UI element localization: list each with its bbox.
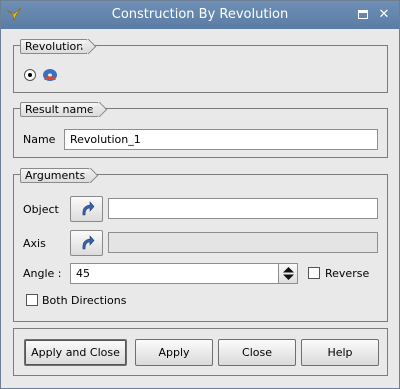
apply-and-close-button[interactable]: Apply and Close bbox=[24, 339, 127, 366]
result-name-group-label: Result name bbox=[20, 102, 99, 117]
both-directions-label: Both Directions bbox=[42, 294, 127, 307]
arguments-group-label: Arguments bbox=[20, 168, 91, 183]
axis-select-button[interactable] bbox=[70, 230, 103, 256]
object-label: Object bbox=[23, 203, 59, 216]
apply-and-close-label: Apply and Close bbox=[31, 346, 120, 359]
title-bar[interactable]: Construction By Revolution ✕ bbox=[1, 1, 399, 29]
select-arrow-icon bbox=[82, 235, 95, 250]
revolution-shape-icon bbox=[43, 69, 57, 81]
revolution-group: Revolution bbox=[13, 39, 388, 93]
angle-label: Angle : bbox=[23, 267, 62, 280]
arguments-group: Arguments Object Axis Angle : 45 Reverse… bbox=[13, 168, 388, 322]
both-directions-checkbox[interactable] bbox=[26, 294, 38, 306]
select-arrow-icon bbox=[82, 201, 95, 216]
object-field[interactable] bbox=[108, 198, 378, 219]
close-button[interactable]: Close bbox=[218, 339, 296, 366]
name-field[interactable]: Revolution_1 bbox=[64, 129, 378, 150]
spin-arrows-icon bbox=[283, 267, 294, 280]
window-title: Construction By Revolution bbox=[111, 7, 289, 22]
axis-label: Axis bbox=[23, 237, 46, 250]
reverse-label: Reverse bbox=[325, 267, 370, 280]
close-label: Close bbox=[242, 346, 272, 359]
name-label: Name bbox=[23, 133, 56, 146]
help-label: Help bbox=[327, 346, 353, 359]
maximize-icon[interactable] bbox=[356, 8, 370, 22]
object-select-button[interactable] bbox=[70, 196, 103, 222]
result-name-group: Result name Name Revolution_1 bbox=[13, 102, 388, 158]
axis-field[interactable] bbox=[108, 232, 378, 253]
revolution-type-radio[interactable] bbox=[24, 69, 36, 81]
angle-input[interactable]: 45 bbox=[70, 263, 279, 284]
reverse-checkbox[interactable] bbox=[308, 267, 320, 279]
apply-button[interactable]: Apply bbox=[135, 339, 213, 366]
help-button[interactable]: Help bbox=[301, 339, 379, 366]
close-window-icon[interactable]: ✕ bbox=[377, 8, 391, 22]
dialog-window: Construction By Revolution ✕ Revolution … bbox=[0, 0, 400, 389]
apply-label: Apply bbox=[158, 346, 190, 359]
angle-spin-buttons[interactable] bbox=[278, 263, 298, 284]
revolution-group-label: Revolution bbox=[20, 39, 89, 54]
buttons-group: Apply and Close Apply Close Help bbox=[13, 328, 388, 376]
